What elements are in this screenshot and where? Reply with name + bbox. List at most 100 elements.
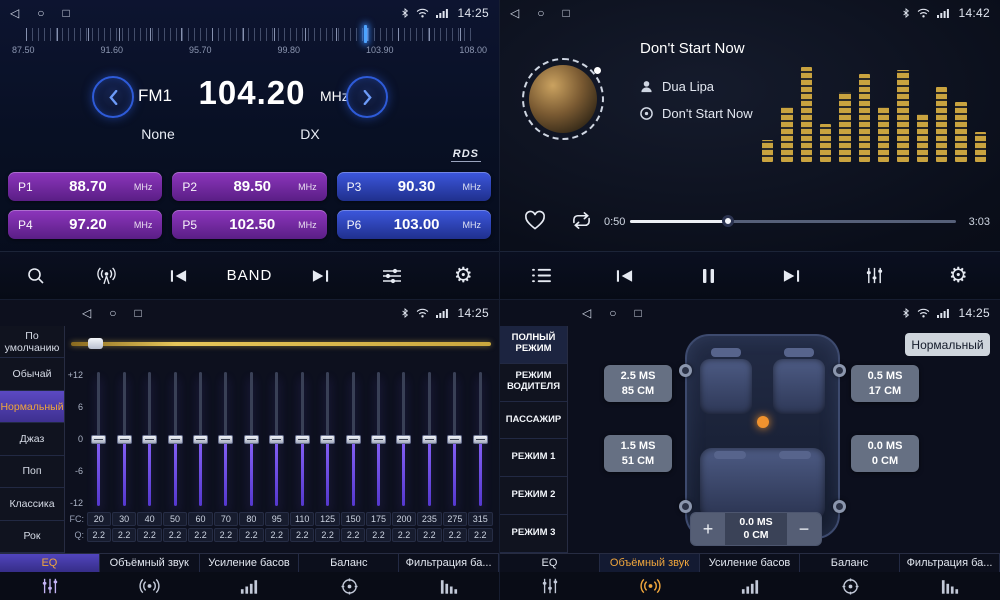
speaker-rear-right-icon[interactable] xyxy=(833,500,846,513)
progress-thumb[interactable] xyxy=(722,215,734,227)
listening-position-dot[interactable] xyxy=(757,416,769,428)
surround-mode-item[interactable]: РЕЖИМ ВОДИТЕЛЯ xyxy=(500,364,567,402)
eq-slider-thumb[interactable] xyxy=(168,435,183,444)
repeat-icon[interactable] xyxy=(570,211,594,231)
recents-icon[interactable]: □ xyxy=(562,7,569,19)
eq-preset-item[interactable]: Классика xyxy=(0,488,64,520)
eq-slider-thumb[interactable] xyxy=(422,435,437,444)
eq-slider-thumb[interactable] xyxy=(320,435,335,444)
dx-mode-label[interactable]: DX xyxy=(288,126,332,142)
eq-band-slider[interactable] xyxy=(162,370,187,508)
eq-band-slider[interactable] xyxy=(111,370,136,508)
bass-boost-tab-icon[interactable] xyxy=(700,572,800,600)
audio-tab-3[interactable]: Усиление басов xyxy=(700,554,800,572)
audio-tab-3[interactable]: Усиление басов xyxy=(200,554,300,572)
home-icon[interactable]: ○ xyxy=(109,307,116,319)
pause-icon[interactable] xyxy=(684,256,732,296)
recents-icon[interactable]: □ xyxy=(634,307,641,319)
settings-gear-icon[interactable]: ⚙ xyxy=(439,256,487,296)
home-icon[interactable]: ○ xyxy=(537,7,544,19)
surround-mode-item[interactable]: ПОЛНЫЙ РЕЖИМ xyxy=(500,326,567,364)
balance-tab-icon[interactable] xyxy=(299,572,399,600)
delay-increase-button[interactable]: + xyxy=(691,513,725,545)
progress-slider[interactable] xyxy=(630,220,956,223)
next-station-icon[interactable] xyxy=(297,256,345,296)
speaker-front-left-icon[interactable] xyxy=(679,364,692,377)
recents-icon[interactable]: □ xyxy=(62,7,69,19)
eq-preset-item[interactable]: Джаз xyxy=(0,423,64,455)
eq-band-slider[interactable] xyxy=(391,370,416,508)
back-icon[interactable]: ◁ xyxy=(82,307,91,319)
master-level-thumb[interactable] xyxy=(88,338,103,349)
settings-gear-icon[interactable]: ⚙ xyxy=(934,256,982,296)
recents-icon[interactable]: □ xyxy=(134,307,141,319)
eq-band-slider[interactable] xyxy=(213,370,238,508)
eq-slider-thumb[interactable] xyxy=(473,435,488,444)
speaker-front-right-icon[interactable] xyxy=(833,364,846,377)
eq-band-slider[interactable] xyxy=(442,370,467,508)
bass-boost-tab-icon[interactable] xyxy=(200,572,300,600)
balance-tab-icon[interactable] xyxy=(800,572,900,600)
scan-search-icon[interactable] xyxy=(12,256,60,296)
audio-tab-4[interactable]: Баланс xyxy=(299,554,399,572)
audio-settings-icon[interactable] xyxy=(368,256,416,296)
eq-slider-thumb[interactable] xyxy=(218,435,233,444)
preset-button-p4[interactable]: P497.20MHz xyxy=(8,210,162,239)
surround-tab-icon[interactable] xyxy=(600,572,700,600)
eq-preset-item[interactable]: Обычай xyxy=(0,358,64,390)
eq-band-slider[interactable] xyxy=(188,370,213,508)
filter-tab-icon[interactable] xyxy=(399,572,499,600)
delay-box-rear-left[interactable]: 1.5 MS 51 CM xyxy=(604,435,672,472)
audio-tab-2[interactable]: Объёмный звук xyxy=(600,554,700,572)
surround-mode-item[interactable]: ПАССАЖИР xyxy=(500,402,567,440)
eq-slider-thumb[interactable] xyxy=(193,435,208,444)
band-button[interactable]: BAND xyxy=(225,256,273,296)
audio-tab-5[interactable]: Фильтрация ба... xyxy=(399,554,499,572)
delay-decrease-button[interactable]: − xyxy=(787,513,821,545)
audio-tab-1[interactable]: EQ xyxy=(500,554,600,572)
broadcast-icon[interactable] xyxy=(83,256,131,296)
eq-tab-icon[interactable] xyxy=(0,572,100,600)
playlist-icon[interactable] xyxy=(518,256,566,296)
eq-slider-thumb[interactable] xyxy=(117,435,132,444)
back-icon[interactable]: ◁ xyxy=(582,307,591,319)
eq-band-slider[interactable] xyxy=(417,370,442,508)
eq-slider-thumb[interactable] xyxy=(447,435,462,444)
speaker-rear-left-icon[interactable] xyxy=(679,500,692,513)
seat-front-right[interactable] xyxy=(773,348,825,414)
preset-button-p3[interactable]: P390.30MHz xyxy=(337,172,491,201)
album-art[interactable] xyxy=(522,58,604,140)
audio-tab-4[interactable]: Баланс xyxy=(800,554,900,572)
home-icon[interactable]: ○ xyxy=(37,7,44,19)
eq-slider-thumb[interactable] xyxy=(346,435,361,444)
eq-band-slider[interactable] xyxy=(340,370,365,508)
next-track-icon[interactable] xyxy=(768,256,816,296)
favorite-icon[interactable] xyxy=(524,210,548,232)
tuner-scale[interactable]: 87.5091.6095.7099.80103.90108.00 xyxy=(12,28,487,62)
eq-slider-thumb[interactable] xyxy=(91,435,106,444)
surround-mode-item[interactable]: РЕЖИМ 3 xyxy=(500,515,567,553)
master-level-slider[interactable] xyxy=(71,342,491,346)
surround-mode-item[interactable]: РЕЖИМ 1 xyxy=(500,439,567,477)
eq-slider-thumb[interactable] xyxy=(396,435,411,444)
eq-band-slider[interactable] xyxy=(290,370,315,508)
previous-track-icon[interactable] xyxy=(601,256,649,296)
preset-button-p1[interactable]: P188.70MHz xyxy=(8,172,162,201)
eq-band-slider[interactable] xyxy=(264,370,289,508)
audio-tab-1[interactable]: EQ xyxy=(0,554,100,572)
eq-band-slider[interactable] xyxy=(239,370,264,508)
equalizer-mixer-icon[interactable] xyxy=(851,256,899,296)
eq-tab-icon[interactable] xyxy=(500,572,600,600)
eq-preset-item[interactable]: По умолчанию xyxy=(0,326,64,358)
seat-front-left[interactable] xyxy=(700,348,752,414)
eq-band-slider[interactable] xyxy=(86,370,111,508)
eq-slider-thumb[interactable] xyxy=(244,435,259,444)
surround-mode-item[interactable]: РЕЖИМ 2 xyxy=(500,477,567,515)
home-icon[interactable]: ○ xyxy=(609,307,616,319)
tune-up-button[interactable] xyxy=(346,76,388,118)
preset-button-p6[interactable]: P6103.00MHz xyxy=(337,210,491,239)
surround-tab-icon[interactable] xyxy=(100,572,200,600)
delay-box-rear-right[interactable]: 0.0 MS 0 CM xyxy=(851,435,919,472)
audio-tab-5[interactable]: Фильтрация ба... xyxy=(900,554,1000,572)
tuner-pointer[interactable] xyxy=(364,25,367,43)
